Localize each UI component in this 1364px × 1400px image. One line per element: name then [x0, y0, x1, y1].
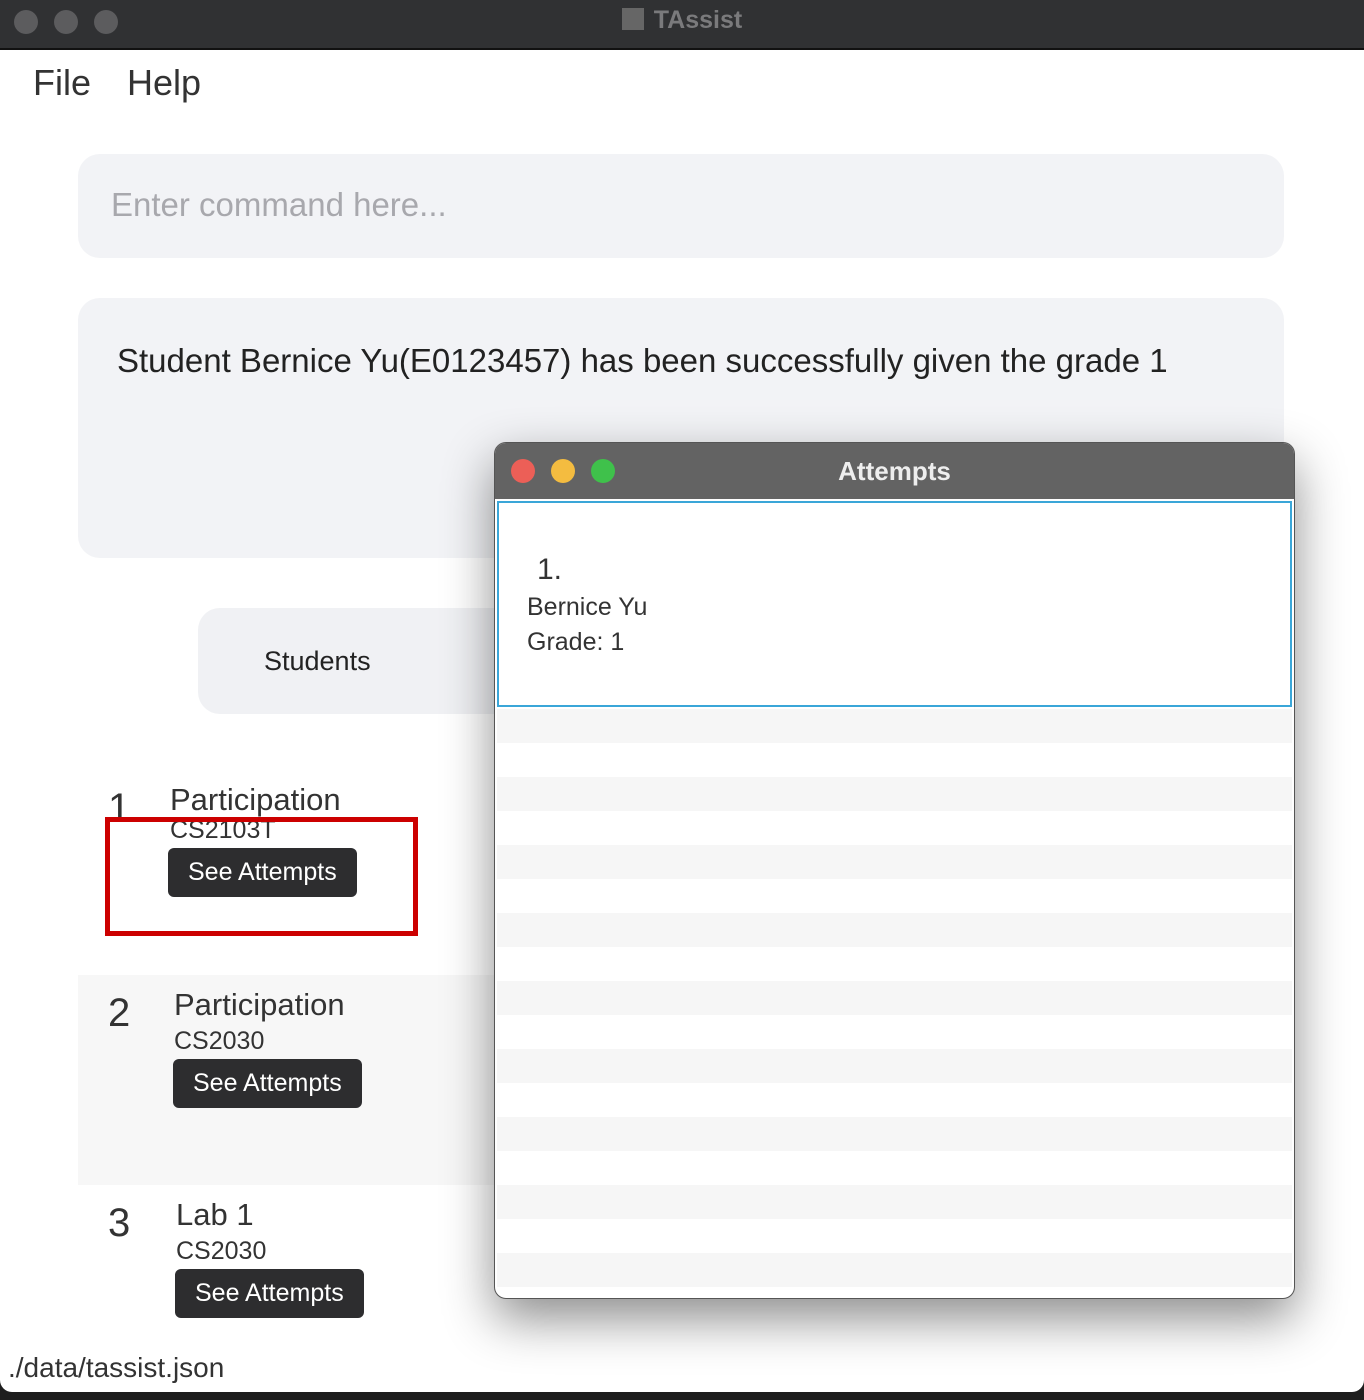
tab-students[interactable]: Students — [198, 608, 528, 714]
card-name: Lab 1 — [176, 1197, 254, 1232]
menu-file[interactable]: File — [33, 62, 91, 103]
highlight-box — [105, 817, 418, 936]
card-module: CS2030 — [174, 1027, 265, 1055]
card-index: 3 — [108, 1201, 131, 1245]
see-attempts-button[interactable]: See Attempts — [175, 1269, 364, 1318]
attempt-student: Bernice Yu — [527, 593, 648, 621]
menu-bar: File Help — [33, 62, 237, 104]
attempt-list-item[interactable]: 1. Bernice Yu Grade: 1 — [497, 501, 1292, 707]
see-attempts-button[interactable]: See Attempts — [173, 1059, 362, 1108]
card-index: 2 — [108, 991, 131, 1035]
command-input[interactable]: Enter command here... — [78, 154, 1284, 258]
card-name: Participation — [170, 782, 341, 817]
app-icon — [621, 8, 644, 30]
attempt-grade: Grade: 1 — [527, 628, 625, 656]
title-bar: TAssist — [0, 0, 1364, 50]
window-title: TAssist — [653, 6, 743, 34]
empty-list-rows — [497, 709, 1292, 1288]
card-name: Participation — [174, 987, 345, 1022]
status-bar-path: ./data/tassist.json — [8, 1352, 225, 1383]
menu-help[interactable]: Help — [127, 62, 201, 103]
attempt-index: 1. — [537, 553, 563, 586]
attempts-title-bar: Attempts — [495, 443, 1294, 499]
card-module: CS2030 — [176, 1237, 267, 1265]
attempts-window: Attempts 1. Bernice Yu Grade: 1 — [494, 442, 1295, 1299]
attempts-title: Attempts — [838, 456, 951, 486]
